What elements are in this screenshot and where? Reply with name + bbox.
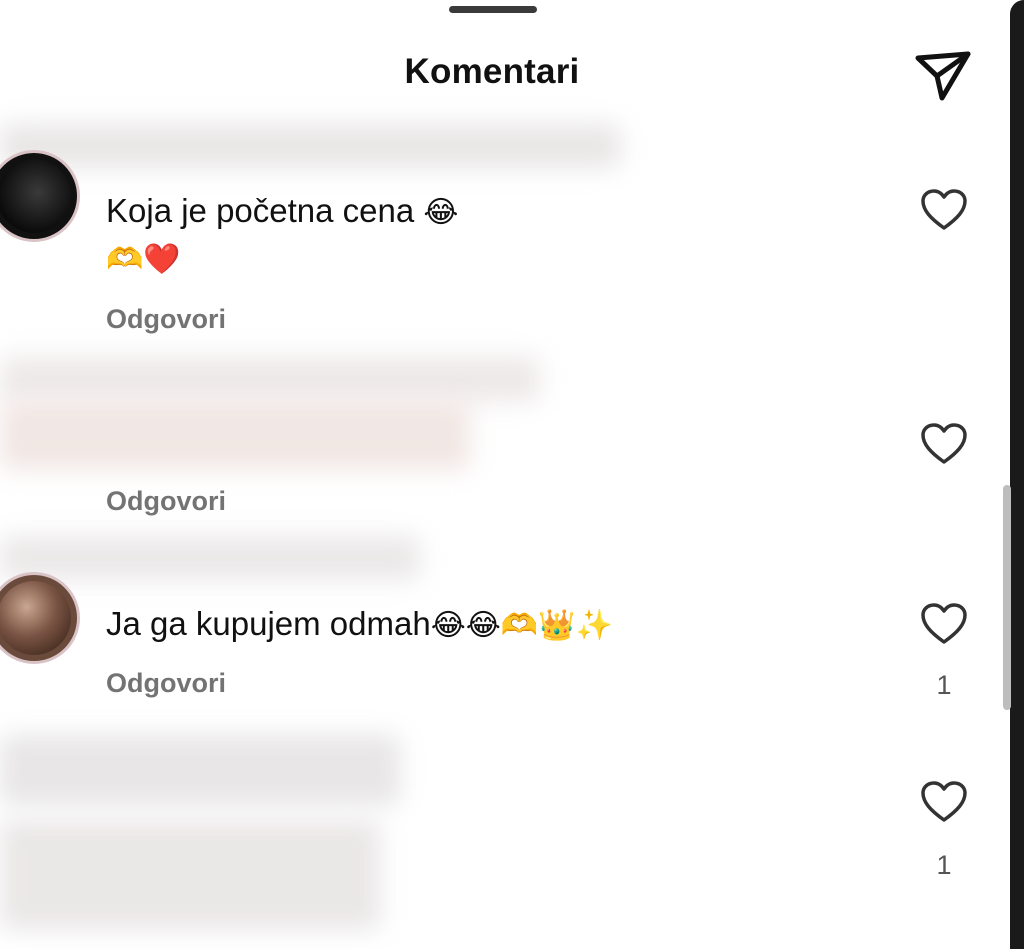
paper-plane-icon[interactable] xyxy=(912,44,974,104)
comment-redacted xyxy=(0,820,380,930)
sheet-grabber[interactable] xyxy=(449,6,537,13)
comment-text: Koja je početna cena 😂 xyxy=(106,192,459,230)
heart-icon[interactable] xyxy=(920,422,968,466)
comment-redacted xyxy=(0,400,470,470)
device-frame-edge xyxy=(1010,0,1024,949)
comment-emoji-line: 🫶❤️ xyxy=(106,242,181,277)
username-redacted xyxy=(0,536,420,580)
reply-button[interactable]: Odgovori xyxy=(106,668,226,699)
comment-text: Ja ga kupujem odmah😂😂🫶👑✨ xyxy=(106,605,613,643)
reply-button[interactable]: Odgovori xyxy=(106,486,226,517)
like-count: 1 xyxy=(936,670,952,700)
comment-redacted xyxy=(0,356,540,402)
like-count: 1 xyxy=(936,850,952,880)
heart-icon[interactable] xyxy=(920,602,968,646)
scrollbar[interactable] xyxy=(1003,485,1011,710)
avatar[interactable] xyxy=(0,572,80,664)
page-title: Komentari xyxy=(404,52,580,91)
comment-redacted xyxy=(0,735,400,805)
reply-button[interactable]: Odgovori xyxy=(106,304,226,335)
heart-icon[interactable] xyxy=(920,188,968,232)
username-redacted xyxy=(0,124,620,168)
heart-icon[interactable] xyxy=(920,780,968,824)
